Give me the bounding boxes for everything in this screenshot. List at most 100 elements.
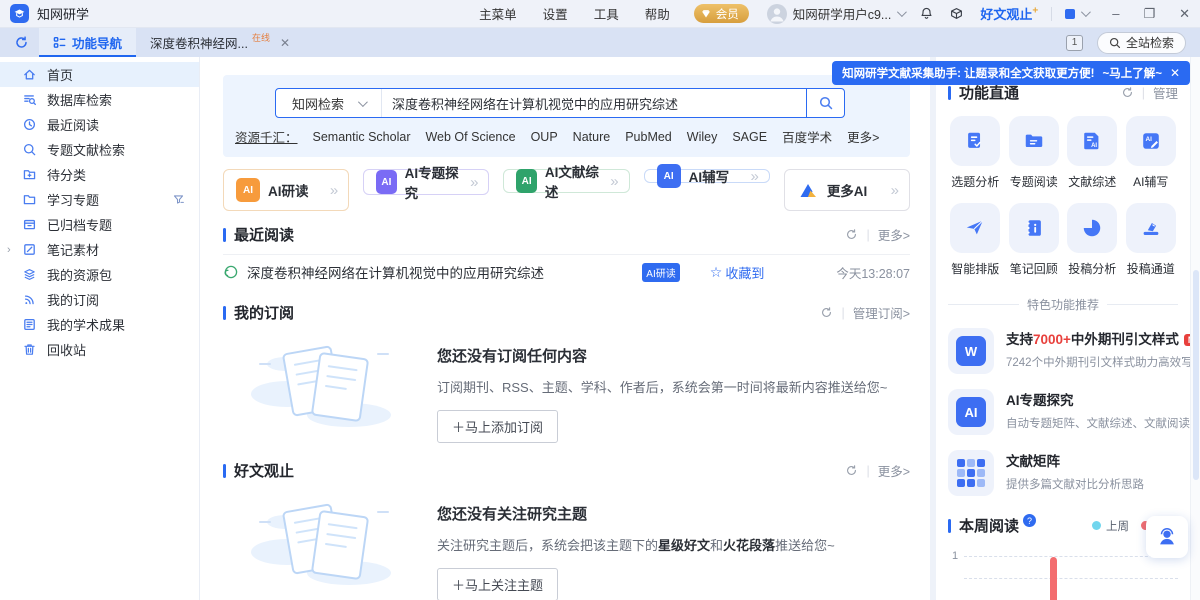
source-oup[interactable]: OUP [531, 130, 558, 144]
refresh-icon[interactable] [845, 228, 858, 241]
haowen-more-link[interactable]: 更多> [878, 461, 910, 480]
section-title: 最近阅读 [234, 224, 294, 245]
username[interactable]: 知网研学用户c9... [793, 4, 892, 23]
ai-literature-review-button[interactable]: AI AI文献综述 » [503, 169, 629, 193]
vip-badge[interactable]: 会员 [694, 4, 749, 23]
ai-yandu-button[interactable]: AI AI研读 » [223, 169, 349, 211]
double-chevron-icon: » [330, 182, 338, 199]
banner-learn-more-link[interactable]: ~马上了解~ [1103, 65, 1162, 81]
source-sage[interactable]: SAGE [732, 130, 767, 144]
sidebar-item-academic-achievements[interactable]: 我的学术成果 [0, 312, 199, 337]
desc-bold-spark: 火花段落 [723, 538, 775, 553]
more-ai-button[interactable]: 更多AI » [784, 169, 910, 211]
quick-item-label: 文献综述 [1068, 173, 1116, 190]
featured-literature-matrix[interactable]: 文献矩阵 提供多篇文献对比分析思路 [948, 450, 1178, 496]
tab-document[interactable]: 深度卷积神经网... 在线 ✕ [136, 28, 304, 57]
notifications-bell-icon[interactable] [919, 6, 934, 21]
ai-topic-explore-button[interactable]: AI AI专题探究 » [363, 169, 489, 195]
window-close-button[interactable]: ✕ [1179, 7, 1190, 20]
refresh-page-icon[interactable] [14, 35, 29, 50]
featured-ai-topic-explore[interactable]: AI AI专题探究 自动专题矩阵、文献综述、文献阅读报告 [948, 389, 1178, 435]
quick-note-review[interactable]: 笔记回顾 [1007, 203, 1062, 277]
help-badge[interactable]: ? [1023, 514, 1036, 527]
sidebar-item-unclassified[interactable]: 待分类 [0, 162, 199, 187]
quick-submission-channel[interactable]: 投稿通道 [1124, 203, 1179, 277]
main-content: 知网检索 资源千汇： Semantic Scholar Web Of Scien… [201, 57, 930, 600]
add-subscription-button[interactable]: ＋马上添加订阅 [437, 410, 558, 443]
sidebar-item-label: 首页 [47, 65, 73, 84]
quick-submission-analysis[interactable]: 投稿分析 [1065, 203, 1120, 277]
tab-bar: 功能导航 深度卷积神经网... 在线 ✕ 1 全站检索 [0, 28, 1200, 57]
recent-reading-item[interactable]: 深度卷积神经网络在计算机视觉中的应用研究综述 AI研读 ☆ 收藏到 今天13:2… [223, 255, 910, 289]
featured-title: 文献矩阵 [1006, 454, 1060, 469]
theme-chevron-down-icon[interactable] [1081, 7, 1091, 17]
search-engine-select[interactable]: 知网检索 [276, 89, 382, 117]
collector-promo-banner[interactable]: 知网研学文献采集助手: 让题录和全文获取更方便! ~马上了解~ ✕ [832, 61, 1190, 85]
filter-funnel-icon[interactable] [172, 193, 185, 206]
scrollbar-thumb[interactable] [1193, 270, 1199, 480]
refresh-icon[interactable] [845, 464, 858, 477]
resource-box-icon[interactable] [949, 6, 964, 21]
menu-help[interactable]: 帮助 [645, 4, 670, 23]
haowen-guanzhi-link[interactable]: 好文观止+ [980, 4, 1038, 23]
sidebar-item-home[interactable]: 首页 [0, 62, 199, 87]
tab-close-icon[interactable]: ✕ [280, 36, 290, 50]
quick-literature-review[interactable]: AI 文献综述 [1065, 116, 1120, 190]
ai-yandu-badge[interactable]: AI研读 [642, 263, 679, 282]
sidebar-item-recent-reading[interactable]: 最近阅读 [0, 112, 199, 137]
scrollbar[interactable] [1190, 57, 1200, 600]
featured-title: 支持7000+中外期刊引文样式NEW [1006, 332, 1190, 347]
quick-topic-reading[interactable]: 专题阅读 [1007, 116, 1062, 190]
source-wiley[interactable]: Wiley [687, 130, 718, 144]
folder-icon [22, 192, 37, 207]
empty-description: 关注研究主题后，系统会把该主题下的星级好文和火花段落推送给您~ [437, 535, 835, 554]
sidebar-item-topic-literature-search[interactable]: 专题文献检索 [0, 137, 199, 162]
refresh-icon[interactable] [1121, 86, 1134, 99]
user-chevron-down-icon[interactable] [897, 7, 907, 17]
source-pubmed[interactable]: PubMed [625, 130, 672, 144]
quick-topic-analysis[interactable]: 选题分析 [948, 116, 1003, 190]
sidebar-item-subscriptions[interactable]: 我的订阅 [0, 287, 199, 312]
sources-more-link[interactable]: 更多> [847, 127, 879, 146]
favorite-link[interactable]: ☆ 收藏到 [710, 263, 765, 282]
haowen-header: 好文观止 | 更多> [223, 460, 910, 481]
expand-chevron-icon[interactable]: › [7, 244, 11, 256]
quick-manage-link[interactable]: 管理 [1153, 83, 1178, 102]
sidebar-item-resource-pack[interactable]: 我的资源包 [0, 262, 199, 287]
banner-close-icon[interactable]: ✕ [1170, 66, 1180, 80]
source-semantic-scholar[interactable]: Semantic Scholar [313, 130, 411, 144]
tab-function-nav[interactable]: 功能导航 [39, 28, 136, 57]
menu-main[interactable]: 主菜单 [479, 4, 517, 23]
manage-subscriptions-link[interactable]: 管理订阅> [853, 303, 910, 322]
recent-more-link[interactable]: 更多> [878, 225, 910, 244]
sidebar-item-note-material[interactable]: › 笔记素材 [0, 237, 199, 262]
thisweek-bar [1050, 557, 1057, 600]
search-submit-button[interactable] [806, 89, 844, 117]
sidebar-item-study-topics[interactable]: 学习专题 [0, 187, 199, 212]
search-input[interactable] [382, 96, 806, 111]
source-baidu-scholar[interactable]: 百度学术 [782, 127, 832, 146]
ai-button-label: AI专题探究 [405, 162, 462, 202]
page-indicator[interactable]: 1 [1066, 35, 1083, 51]
sidebar-item-database-search[interactable]: 数据库检索 [0, 87, 199, 112]
featured-citation-styles[interactable]: W 支持7000+中外期刊引文样式NEW 7242个中外期刊引文样式助力高效写作 [948, 328, 1178, 374]
source-web-of-science[interactable]: Web Of Science [425, 130, 515, 144]
recent-item-title[interactable]: 深度卷积神经网络在计算机视觉中的应用研究综述 [247, 262, 544, 282]
quick-ai-writing[interactable]: AI AI辅写 [1124, 116, 1179, 190]
sidebar-item-archived-topics[interactable]: 已归档专题 [0, 212, 199, 237]
customer-service-button[interactable] [1146, 516, 1188, 558]
menu-settings[interactable]: 设置 [543, 4, 568, 23]
global-search-button[interactable]: 全站检索 [1097, 32, 1186, 54]
menu-tools[interactable]: 工具 [594, 4, 619, 23]
window-maximize-button[interactable]: ❐ [1143, 7, 1155, 20]
ai-writing-assist-button[interactable]: AI AI辅写 » [644, 169, 770, 183]
theme-color-swatch[interactable] [1065, 9, 1075, 19]
quick-smart-typeset[interactable]: 智能排版 [948, 203, 1003, 277]
sidebar-item-recycle-bin[interactable]: 回收站 [0, 337, 199, 362]
refresh-icon[interactable] [820, 306, 833, 319]
window-minimize-button[interactable]: – [1112, 7, 1119, 20]
quick-item-label: 投稿分析 [1068, 260, 1116, 277]
source-nature[interactable]: Nature [573, 130, 611, 144]
user-avatar[interactable] [767, 4, 787, 24]
follow-topic-button[interactable]: ＋马上关注主题 [437, 568, 558, 600]
